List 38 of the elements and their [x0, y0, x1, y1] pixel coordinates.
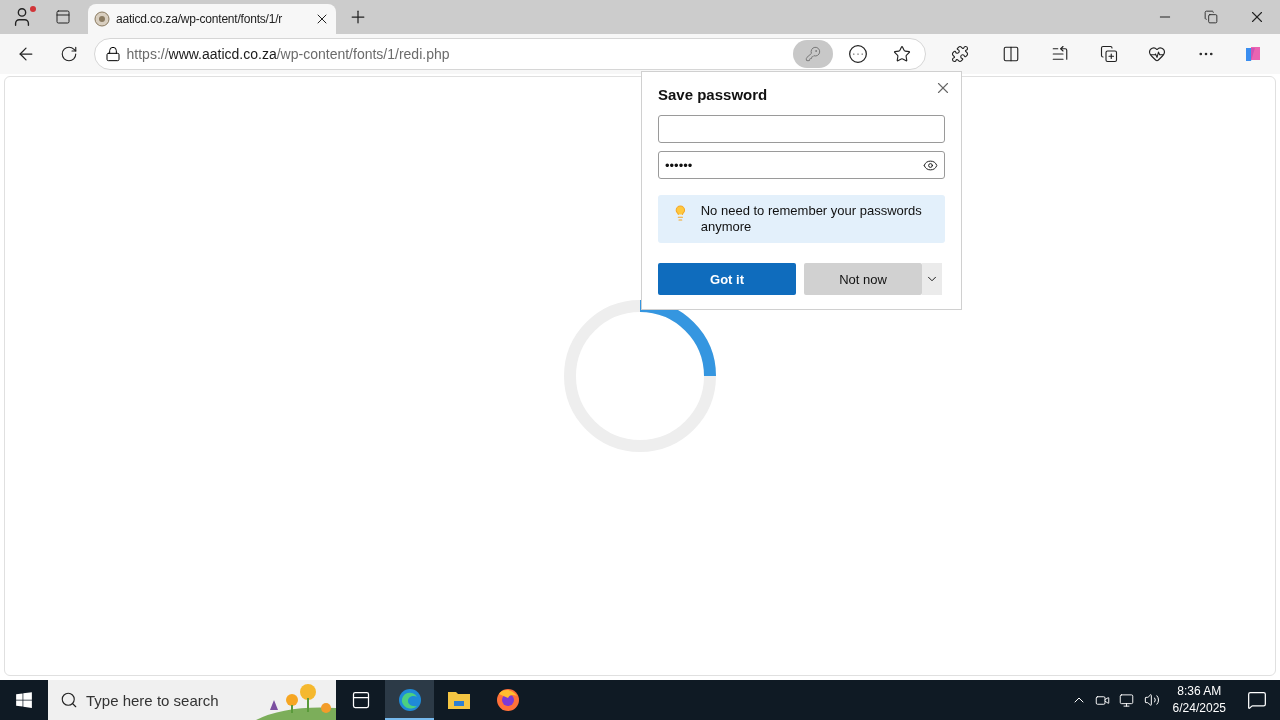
notifications-icon[interactable] [1247, 690, 1267, 710]
extensions-icon[interactable] [951, 45, 970, 63]
site-info-icon[interactable] [104, 46, 121, 62]
dismiss-button[interactable]: Not now [804, 263, 922, 295]
show-password-icon[interactable] [923, 157, 938, 173]
dialog-title: Save password [658, 86, 769, 103]
volume-icon[interactable] [1143, 692, 1160, 708]
browser-icon[interactable] [495, 688, 520, 712]
start-icon[interactable] [15, 691, 33, 709]
confirm-button[interactable]: Got it [658, 263, 796, 295]
browser-tab[interactable]: aaticd.co.za/wp-content/fonts/1/r [88, 4, 336, 34]
browser-icon[interactable] [397, 688, 422, 712]
split-screen-icon[interactable] [1001, 45, 1020, 63]
tab-actions-icon[interactable] [55, 9, 71, 25]
site-favicon [94, 11, 110, 27]
clock[interactable]: 8:36 AM 6/24/2025 [1164, 683, 1234, 717]
search-icon [60, 691, 78, 709]
more-options-icon[interactable] [848, 44, 869, 64]
folder-icon[interactable] [446, 690, 471, 710]
key-icon [805, 46, 822, 62]
address-bar[interactable]: https://www.aaticd.co.za/wp-content/fonts/1/redi.php [93, 38, 927, 70]
time-text: 8:36 AM [1177, 683, 1222, 700]
network-icon[interactable] [1119, 692, 1135, 708]
reload-icon[interactable] [60, 45, 79, 63]
date-text: 6/24/2025 [1172, 700, 1226, 717]
tab-title: aaticd.co.za/wp-content/fonts/1/r [116, 12, 284, 26]
password-key-button[interactable] [793, 40, 834, 68]
search-field[interactable]: Type here to search [48, 680, 336, 720]
search-placeholder: Type here to search [86, 691, 219, 709]
tip-text: No need to remember your passwords anymore [700, 203, 923, 235]
collections-icon[interactable] [1099, 45, 1118, 63]
url-text: https://www.aaticd.co.za/wp-content/fonts/1/redi.php [126, 46, 451, 62]
username-field[interactable] [658, 115, 945, 143]
taskbar-app[interactable] [385, 680, 434, 720]
restore-icon[interactable] [1204, 10, 1218, 24]
password-field[interactable]: •••••• [658, 151, 945, 179]
task-view-icon[interactable] [350, 690, 371, 710]
favorite-icon[interactable] [893, 45, 912, 63]
